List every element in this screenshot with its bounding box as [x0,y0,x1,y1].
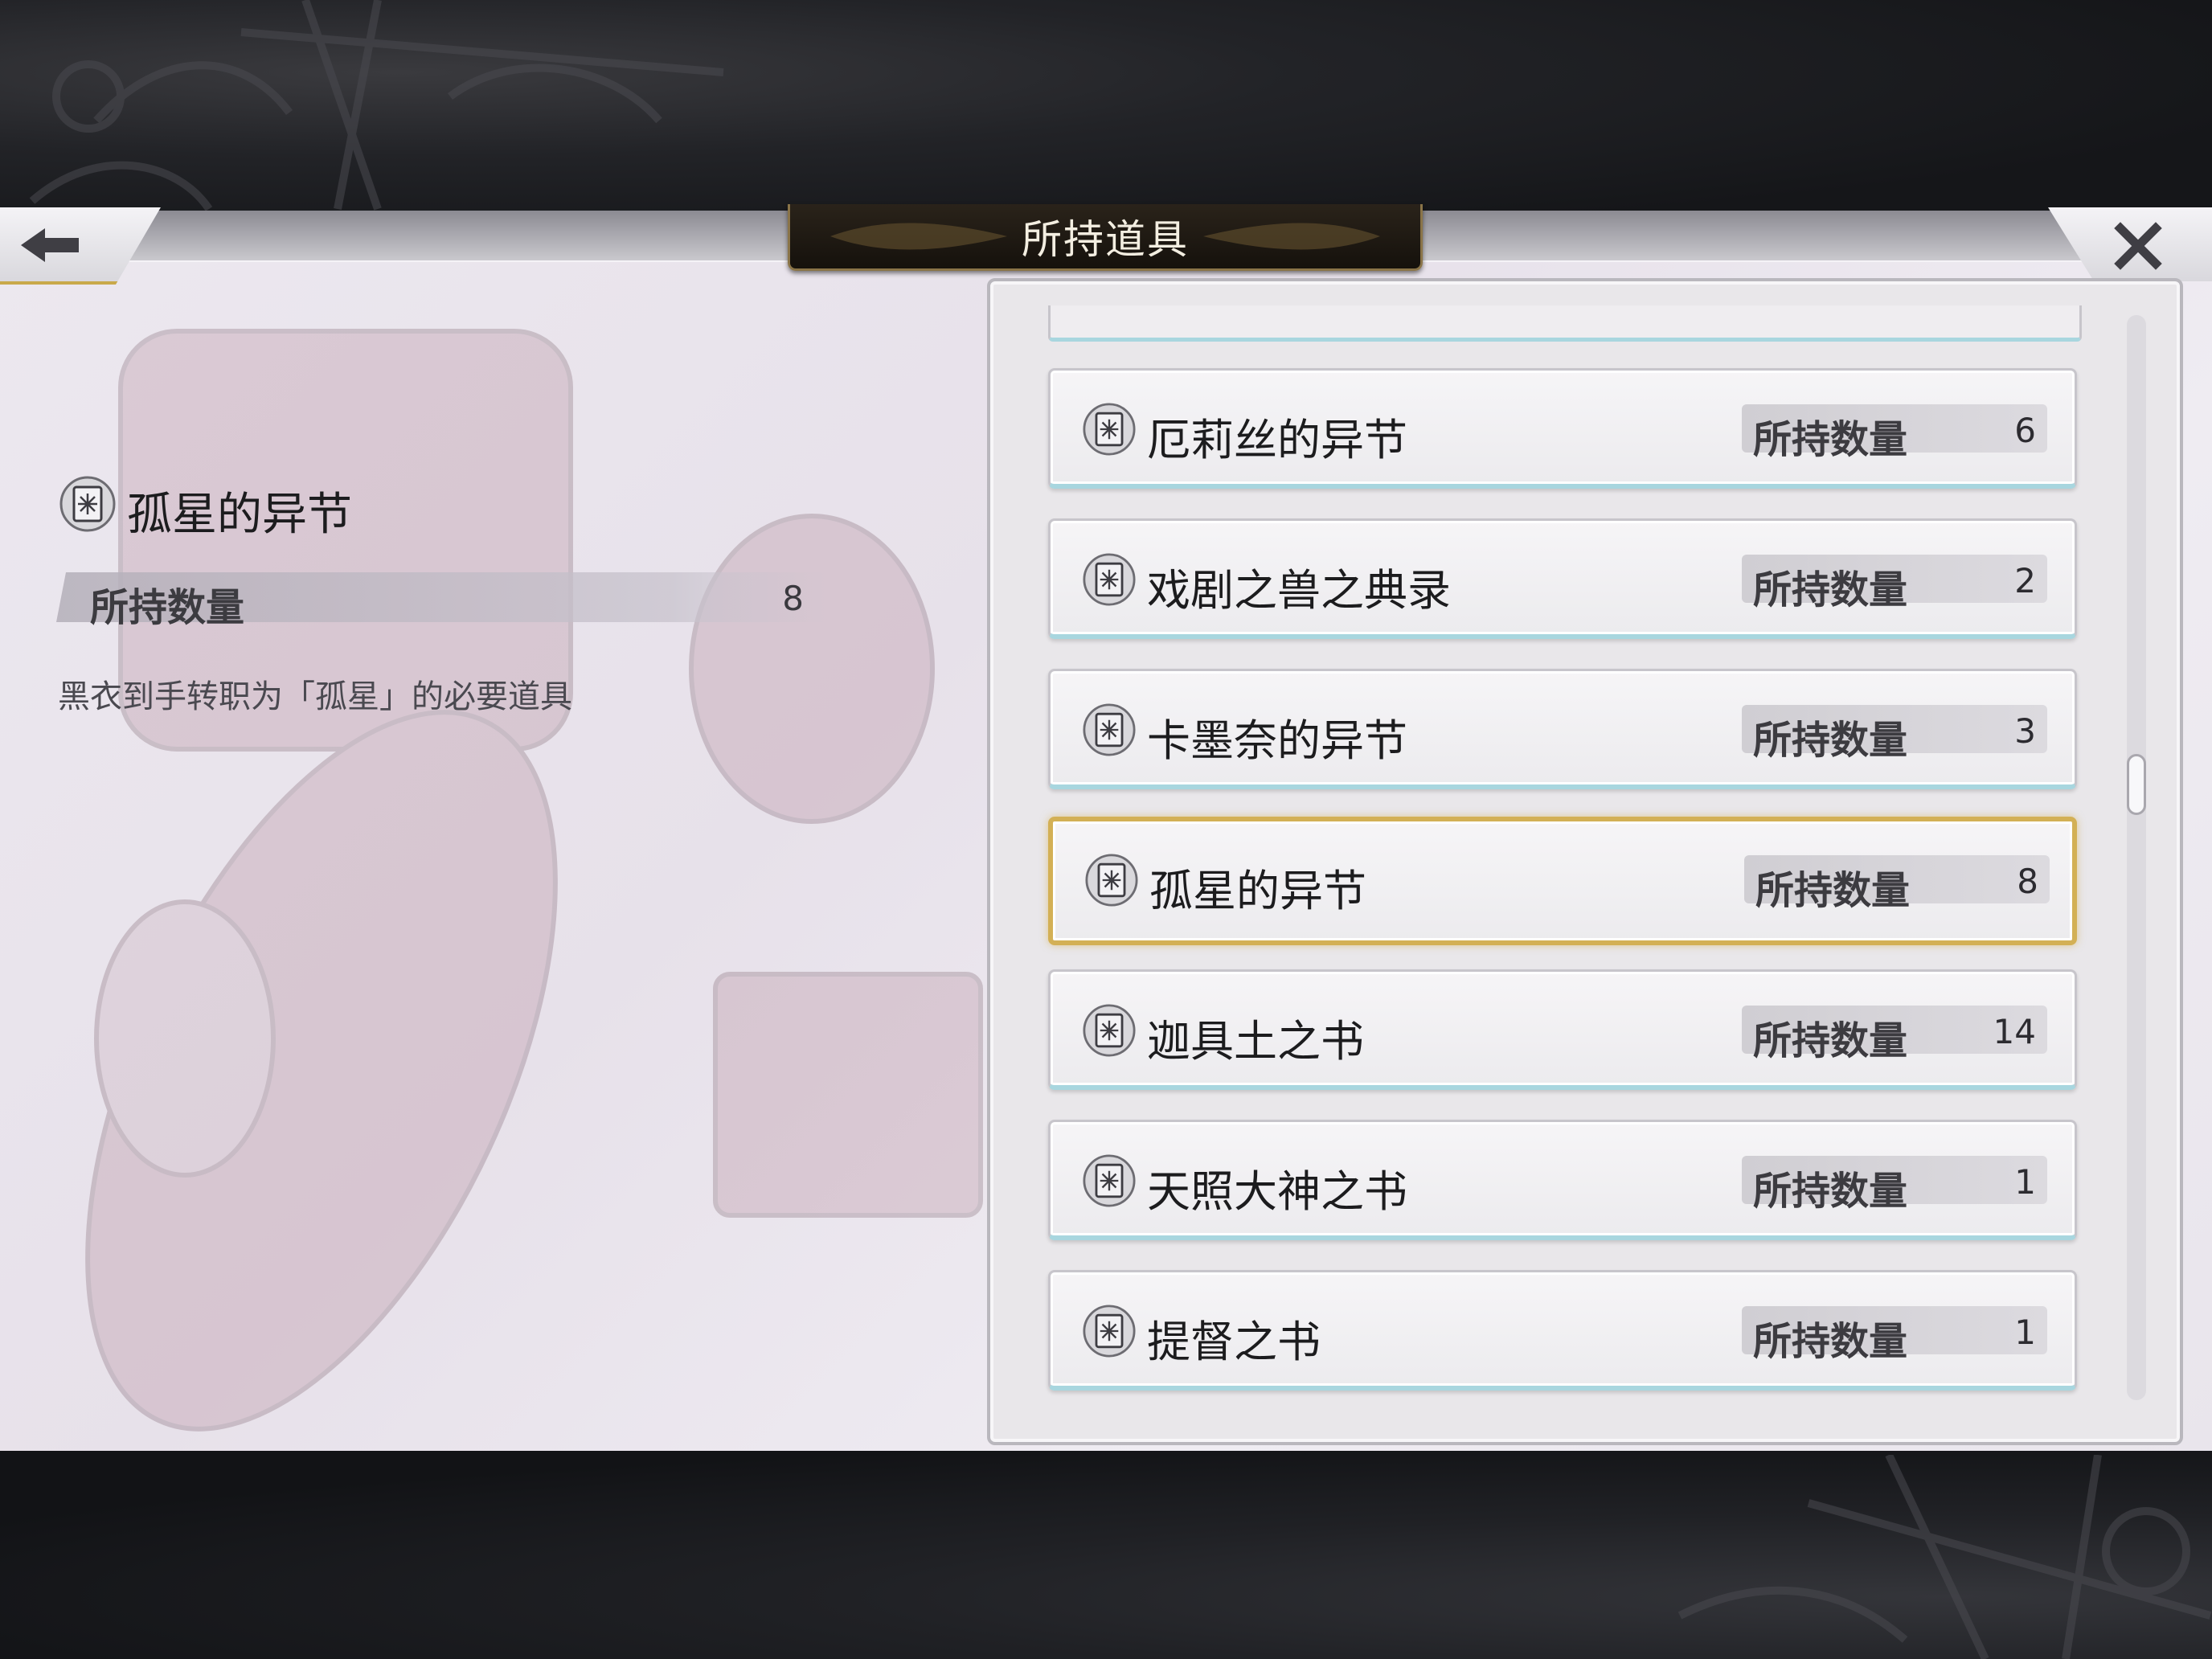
quantity-box: 所持数量 8 [1744,855,2050,913]
quantity-value: 1 [2014,1162,2036,1202]
quantity-box: 所持数量 3 [1742,705,2047,763]
quantity-label: 所持数量 [1753,1319,1908,1364]
item-name: 提督之书 [1147,1317,1321,1367]
quantity-value: 2 [2014,561,2036,600]
decorative-ornament [1677,1455,2212,1659]
quantity-value: 3 [2014,711,2036,751]
detail-item-name: 孤星的异节 [127,489,352,541]
book-icon [1083,703,1136,756]
item-name: 卡墨奈的异节 [1147,715,1407,766]
list-item[interactable]: 天照大神之书 所持数量 1 [1048,1120,2077,1240]
list-item-selected[interactable]: 孤星的异节 所持数量 8 [1048,817,2077,945]
title-plate: 所持道具 [788,204,1423,271]
list-item[interactable]: 卡墨奈的异节 所持数量 3 [1048,669,2077,789]
list-item[interactable]: 戏剧之兽之典录 所持数量 2 [1048,518,2077,639]
detail-quantity-value: 8 [782,579,804,618]
quantity-value: 6 [2014,411,2036,450]
close-x-icon [2114,222,2162,270]
arrow-left-icon [21,228,79,262]
scrollbar-thumb[interactable] [2127,754,2146,815]
detail-description: 黑衣到手转职为「孤星」的必要道具 [58,678,572,715]
item-name: 天照大神之书 [1147,1166,1407,1217]
page-title: 所持道具 [1022,216,1189,263]
item-name: 戏剧之兽之典录 [1147,565,1451,616]
list-item-partial[interactable] [1048,305,2082,342]
quantity-value: 8 [2017,862,2038,901]
list-item[interactable]: 迦具土之书 所持数量 14 [1048,969,2077,1090]
quantity-label: 所持数量 [1753,1018,1908,1063]
ornament-left-icon [830,223,1007,250]
item-name: 厄莉丝的异节 [1147,415,1407,465]
quantity-box: 所持数量 6 [1742,404,2047,462]
item-name: 迦具土之书 [1147,1016,1364,1067]
quantity-value: 1 [2014,1313,2036,1352]
quantity-box: 所持数量 1 [1742,1156,2047,1214]
item-name: 孤星的异节 [1149,866,1366,916]
quantity-box: 所持数量 1 [1742,1306,2047,1364]
quantity-label: 所持数量 [1753,567,1908,612]
decorative-ornament [29,0,724,211]
quantity-box: 所持数量 14 [1742,1006,2047,1063]
book-icon [1085,854,1138,907]
quantity-label: 所持数量 [1753,718,1908,763]
detail-quantity-label: 所持数量 [90,585,245,630]
background-item-illustration [85,329,983,1432]
quantity-label: 所持数量 [1753,1169,1908,1214]
book-icon [59,476,116,532]
book-icon [1083,553,1136,606]
quantity-box: 所持数量 2 [1742,555,2047,612]
list-item[interactable]: 厄莉丝的异节 所持数量 6 [1048,368,2077,489]
quantity-label: 所持数量 [1755,868,1911,913]
book-icon [1083,403,1136,456]
quantity-value: 14 [1993,1012,2036,1051]
scrollbar-track[interactable] [2127,315,2146,1400]
list-item[interactable]: 提督之书 所持数量 1 [1048,1270,2077,1391]
ornament-right-icon [1203,223,1380,250]
book-icon [1083,1004,1136,1057]
book-icon [1083,1154,1136,1207]
book-icon [1083,1305,1136,1358]
quantity-label: 所持数量 [1753,417,1908,462]
